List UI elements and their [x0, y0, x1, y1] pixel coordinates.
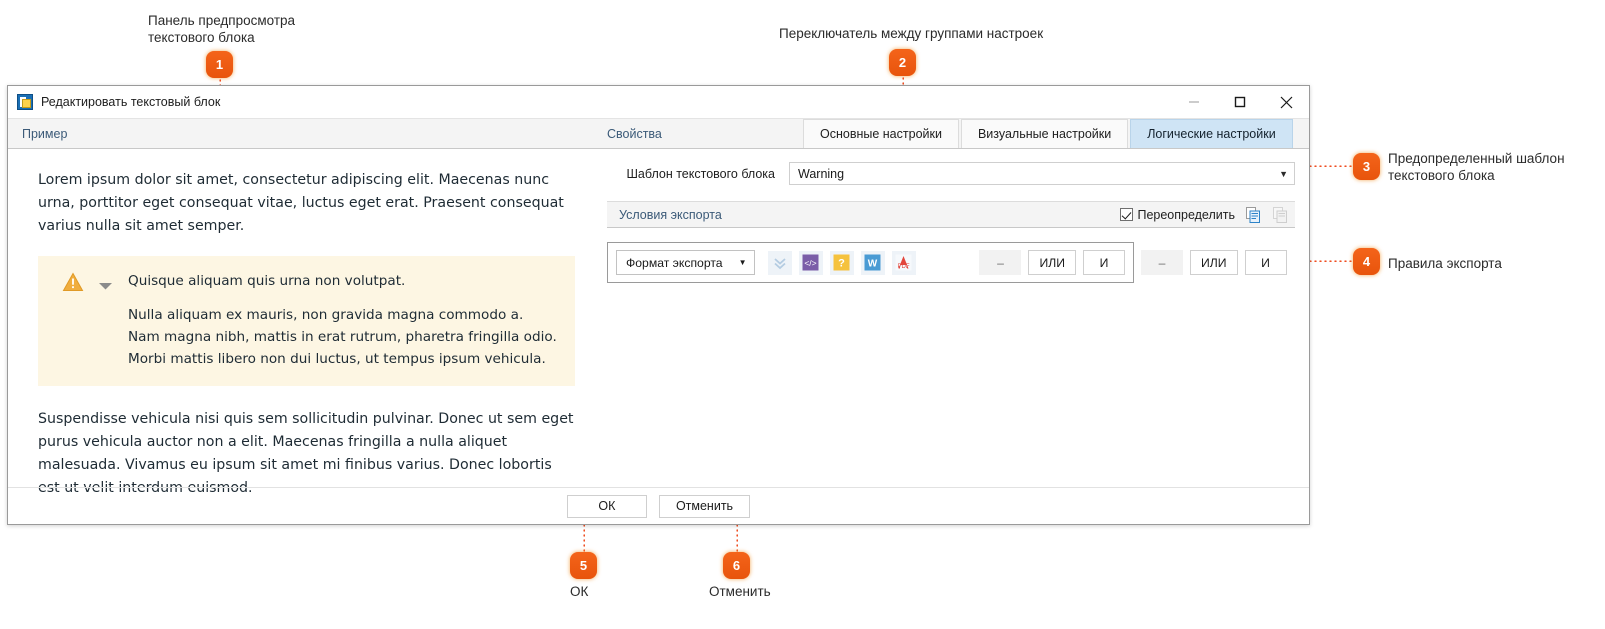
- warning-triangle-icon: [62, 272, 84, 292]
- tab-visual-settings[interactable]: Визуальные настройки: [960, 119, 1129, 148]
- annotation-badge-2: 2: [889, 49, 916, 76]
- annotation-label-3: Предопределенный шаблон текстового блока: [1388, 151, 1565, 183]
- annotation-label-6: Отменить: [709, 584, 771, 599]
- export-rules-area: Формат экспорта ▼ </> ? W PDF – ИЛИ И – …: [607, 242, 1295, 283]
- preview-pane: Пример Lorem ipsum dolor sit amet, conse…: [8, 119, 593, 525]
- export-conditions-actions: Переопределить: [1120, 206, 1289, 224]
- preview-content: Lorem ipsum dolor sit amet, consectetur …: [8, 149, 593, 500]
- annotation-badge-3: 3: [1353, 153, 1380, 180]
- dialog-body: Пример Lorem ipsum dolor sit amet, conse…: [8, 119, 1309, 525]
- paste-icon[interactable]: [1271, 206, 1289, 224]
- outer-operators: – ИЛИ И: [1134, 242, 1287, 283]
- export-conditions-title: Условия экспорта: [619, 207, 722, 222]
- chevron-down-icon[interactable]: [98, 276, 114, 370]
- export-format-select[interactable]: Формат экспорта ▼: [616, 250, 755, 275]
- cancel-button[interactable]: Отменить: [658, 494, 751, 518]
- annotation-label-4: Правила экспорта: [1388, 256, 1502, 271]
- preview-paragraph-1: Lorem ipsum dolor sit amet, consectetur …: [38, 172, 564, 234]
- annotation-label-5: ОК: [570, 584, 589, 599]
- window-title: Редактировать текстовый блок: [41, 95, 221, 109]
- settings-pane: Свойства Основные настройки Визуальные н…: [593, 119, 1309, 525]
- text-block-icon: [17, 94, 33, 110]
- callout-text: Quisque aliquam quis urna non volutpat. …: [128, 270, 559, 370]
- annotation-label-2: Переключатель между группами настроек: [779, 26, 1044, 41]
- template-select-value: Warning: [798, 166, 845, 181]
- export-rule-group: Формат экспорта ▼ </> ? W PDF – ИЛИ И: [607, 242, 1134, 283]
- chevron-down-icon: ▼: [1279, 168, 1288, 179]
- tab-basic-settings[interactable]: Основные настройки: [803, 119, 959, 148]
- outer-op-and-button[interactable]: И: [1244, 250, 1287, 275]
- override-checkbox[interactable]: Переопределить: [1120, 208, 1235, 222]
- svg-text:W: W: [868, 259, 878, 270]
- template-field-label: Шаблон текстового блока: [626, 166, 775, 181]
- help-export-icon[interactable]: ?: [829, 250, 854, 275]
- dialog-footer: ОК Отменить: [8, 488, 1309, 524]
- outer-op-or-button[interactable]: ИЛИ: [1190, 250, 1238, 275]
- title-bar: Редактировать текстовый блок: [8, 86, 1309, 119]
- minimize-icon[interactable]: [1171, 86, 1217, 119]
- annotation-badge-4: 4: [1353, 248, 1380, 275]
- settings-tabs: Свойства Основные настройки Визуальные н…: [593, 119, 1309, 149]
- copy-icon[interactable]: [1244, 206, 1262, 224]
- annotation-label-1: Панель предпросмотра текстового блока: [148, 13, 296, 45]
- text-block-template-select[interactable]: Warning ▼: [789, 162, 1295, 185]
- outer-op-remove-button[interactable]: –: [1141, 250, 1183, 275]
- ok-button[interactable]: ОК: [566, 494, 647, 518]
- export-format-label: Формат экспорта: [626, 255, 723, 270]
- maximize-icon[interactable]: [1217, 86, 1263, 119]
- double-chevron-down-icon[interactable]: [767, 250, 792, 275]
- annotation-badge-5: 5: [570, 552, 597, 579]
- close-icon[interactable]: [1263, 86, 1309, 119]
- edit-text-block-dialog: Редактировать текстовый блок Пример Lore…: [7, 85, 1310, 525]
- annotation-badge-1: 1: [206, 51, 233, 78]
- settings-pane-title: Свойства: [607, 127, 662, 141]
- preview-pane-header: Пример: [8, 119, 593, 149]
- annotation-badge-6: 6: [723, 552, 750, 579]
- inner-op-and-button[interactable]: И: [1083, 250, 1125, 275]
- callout-heading: Quisque aliquam quis urna non volutpat.: [128, 273, 406, 289]
- override-label: Переопределить: [1137, 207, 1235, 222]
- template-field-row: Шаблон текстового блока Warning ▼: [593, 162, 1295, 185]
- callout-body: Nulla aliquam ex mauris, non gravida mag…: [128, 307, 557, 367]
- svg-text:</>: </>: [804, 258, 816, 268]
- checkbox-box: [1120, 208, 1134, 221]
- screenshot-canvas: Панель предпросмотра текстового блока 1 …: [0, 0, 1605, 629]
- inner-op-remove-button[interactable]: –: [979, 250, 1022, 275]
- xml-export-icon[interactable]: </>: [798, 250, 823, 275]
- export-conditions-header: Условия экспорта Переопределить: [607, 201, 1295, 228]
- window-controls: [1171, 86, 1309, 119]
- preview-warning-callout: Quisque aliquam quis urna non volutpat. …: [38, 256, 575, 386]
- tab-logic-settings[interactable]: Логические настройки: [1130, 119, 1293, 148]
- pdf-export-icon[interactable]: PDF: [891, 250, 916, 275]
- word-export-icon[interactable]: W: [860, 250, 885, 275]
- chevron-down-icon: ▼: [738, 258, 747, 267]
- svg-text:?: ?: [838, 258, 845, 270]
- inner-op-or-button[interactable]: ИЛИ: [1028, 250, 1076, 275]
- svg-text:PDF: PDF: [898, 264, 910, 270]
